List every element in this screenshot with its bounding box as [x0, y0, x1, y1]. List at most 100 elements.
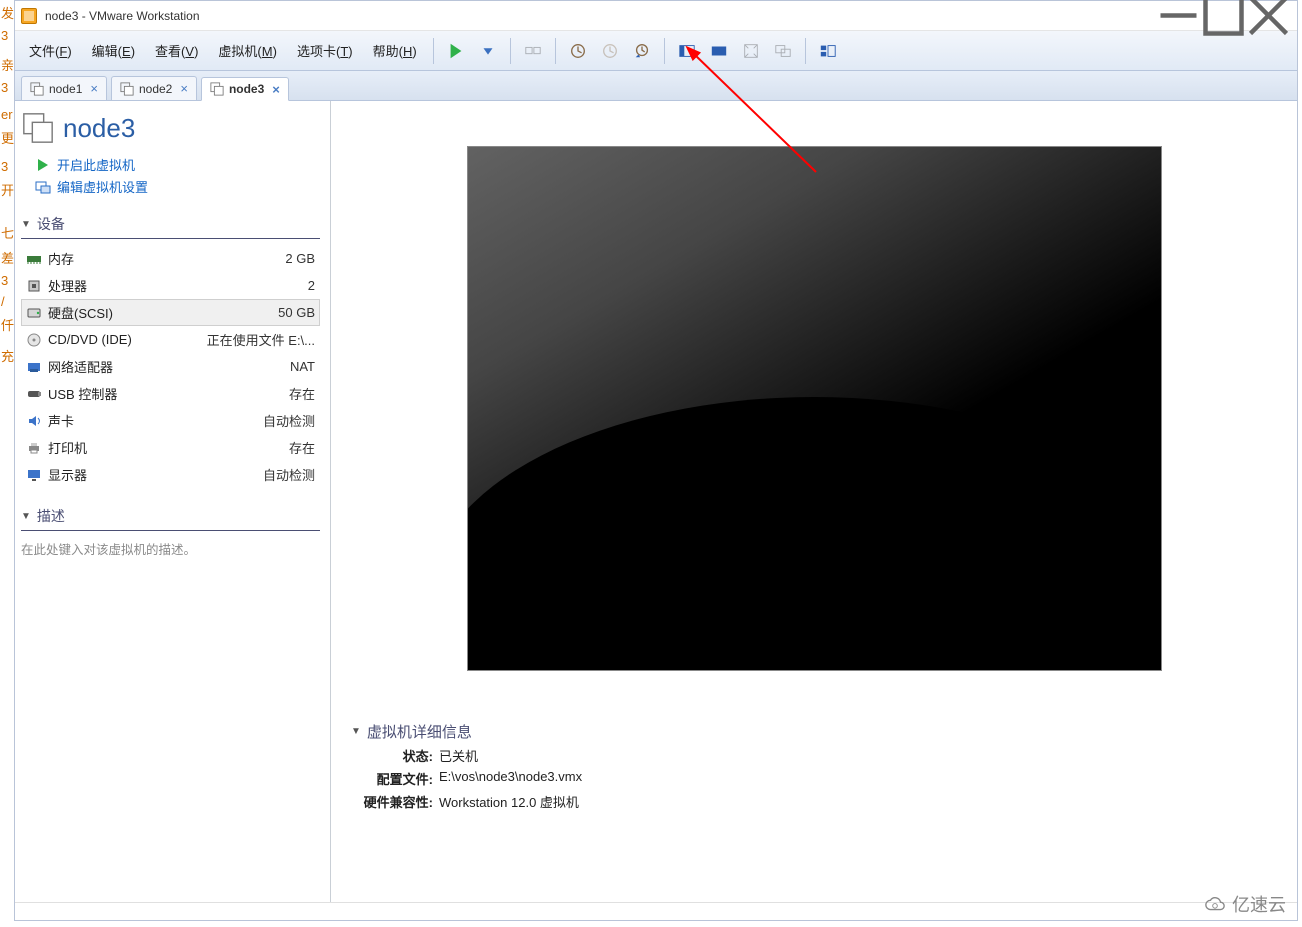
- device-name: 处理器: [48, 276, 87, 295]
- device-name: 硬盘(SCSI): [48, 303, 113, 322]
- details-heading[interactable]: ▼虚拟机详细信息: [351, 721, 1289, 742]
- show-console-button[interactable]: [671, 37, 703, 65]
- snapshot-take-button[interactable]: [562, 37, 594, 65]
- snapshot-revert-button[interactable]: [594, 37, 626, 65]
- printer-icon: [26, 440, 42, 456]
- maximize-button[interactable]: [1201, 2, 1246, 30]
- hw-label: 硬件兼容性:: [351, 792, 433, 811]
- clipped-page-glyphs: 发3亲3er更3开七差3/仟充: [0, 0, 14, 927]
- device-row-打印机[interactable]: 打印机 存在: [21, 434, 320, 461]
- device-name: 显示器: [48, 465, 87, 484]
- vm-tab-icon: [210, 82, 224, 96]
- tab-close-icon[interactable]: ×: [272, 82, 280, 97]
- tab-close-icon[interactable]: ×: [90, 81, 98, 96]
- sound-icon: [26, 413, 42, 429]
- vm-screen-preview[interactable]: [467, 146, 1162, 671]
- device-value: 自动检测: [255, 465, 315, 484]
- display-icon: [26, 467, 42, 483]
- status-bar: [15, 902, 1297, 920]
- vm-details-section: ▼虚拟机详细信息 状态:已关机 配置文件:E:\vos\node3\node3.…: [339, 721, 1289, 811]
- tab-label: node3: [229, 82, 264, 96]
- power-on-link[interactable]: 开启此虚拟机: [35, 155, 320, 174]
- device-row-内存[interactable]: 内存 2 GB: [21, 245, 320, 272]
- tab-strip: node1×node2×node3×: [15, 71, 1297, 101]
- description-placeholder[interactable]: 在此处键入对该虚拟机的描述。: [21, 539, 320, 558]
- menu-edit[interactable]: 编辑(E): [82, 37, 145, 64]
- vm-name: node3: [63, 113, 135, 144]
- device-name: 内存: [48, 249, 74, 268]
- vm-tab-icon: [30, 82, 44, 96]
- device-value: 存在: [281, 438, 315, 457]
- device-value: 2: [300, 278, 315, 293]
- menu-vm[interactable]: 虚拟机(M): [208, 37, 287, 64]
- device-name: CD/DVD (IDE): [48, 332, 132, 347]
- titlebar: node3 - VMware Workstation: [15, 1, 1297, 31]
- app-window: node3 - VMware Workstation 文件(F) 编辑(E) 查…: [14, 0, 1298, 921]
- device-value: NAT: [282, 359, 315, 374]
- thumbnail-bar-button[interactable]: [812, 37, 844, 65]
- hw-value: Workstation 12.0 虚拟机: [439, 792, 579, 811]
- tab-node3[interactable]: node3 ×: [201, 77, 289, 101]
- device-row-硬盘(SCSI)[interactable]: 硬盘(SCSI) 50 GB: [21, 299, 320, 326]
- vm-main-panel: ▼虚拟机详细信息 状态:已关机 配置文件:E:\vos\node3\node3.…: [331, 101, 1297, 902]
- devices-heading[interactable]: ▼设备: [21, 214, 320, 239]
- vm-summary-panel: node3 开启此虚拟机 编辑虚拟机设置 ▼设备 内存 2 GB 处理器 2 硬盘(SC…: [15, 101, 331, 902]
- tab-node2[interactable]: node2×: [111, 76, 197, 100]
- state-label: 状态:: [351, 746, 433, 765]
- fullscreen-button[interactable]: [735, 37, 767, 65]
- watermark: 亿速云: [1204, 891, 1286, 917]
- menubar: 文件(F) 编辑(E) 查看(V) 虚拟机(M) 选项卡(T) 帮助(H): [15, 31, 1297, 71]
- vmware-icon: [21, 8, 37, 24]
- menu-help[interactable]: 帮助(H): [363, 37, 427, 64]
- device-value: 50 GB: [270, 305, 315, 320]
- devices-section: ▼设备 内存 2 GB 处理器 2 硬盘(SCSI) 50 GB CD/DVD (IDE) 正…: [21, 214, 320, 488]
- tab-node1[interactable]: node1 ×: [21, 76, 107, 100]
- device-name: 网络适配器: [48, 357, 113, 376]
- separator: [805, 38, 806, 64]
- play-icon: [35, 157, 51, 173]
- state-value: 已关机: [439, 746, 478, 765]
- edit-settings-link[interactable]: 编辑虚拟机设置: [35, 177, 320, 196]
- separator: [664, 38, 665, 64]
- cpu-icon: [26, 278, 42, 294]
- device-name: USB 控制器: [48, 384, 117, 403]
- description-section: ▼描述 在此处键入对该虚拟机的描述。: [21, 506, 320, 558]
- device-name: 打印机: [48, 438, 87, 457]
- menu-view[interactable]: 查看(V): [145, 37, 208, 64]
- separator: [510, 38, 511, 64]
- close-button[interactable]: [1246, 2, 1291, 30]
- nic-icon: [26, 359, 42, 375]
- cfg-value: E:\vos\node3\node3.vmx: [439, 769, 582, 788]
- device-value: 正在使用文件 E:\...: [199, 330, 315, 349]
- stretch-button[interactable]: [703, 37, 735, 65]
- device-row-网络适配器[interactable]: 网络适配器 NAT: [21, 353, 320, 380]
- device-value: 2 GB: [277, 251, 315, 266]
- disc-icon: [26, 332, 42, 348]
- power-menu-button[interactable]: [472, 37, 504, 65]
- device-name: 声卡: [48, 411, 74, 430]
- description-heading[interactable]: ▼描述: [21, 506, 320, 531]
- power-on-button[interactable]: [440, 37, 472, 65]
- tab-close-icon[interactable]: ×: [180, 81, 188, 96]
- settings-icon: [35, 179, 51, 195]
- memory-icon: [26, 251, 42, 267]
- minimize-button[interactable]: [1156, 2, 1201, 30]
- device-row-处理器[interactable]: 处理器 2: [21, 272, 320, 299]
- usb-icon: [26, 386, 42, 402]
- device-value: 存在: [281, 384, 315, 403]
- send-ctrlaltdel-button[interactable]: [517, 37, 549, 65]
- tab-label: node1: [49, 82, 82, 96]
- device-value: 自动检测: [255, 411, 315, 430]
- snapshot-manager-button[interactable]: [626, 37, 658, 65]
- vm-tab-icon: [120, 82, 134, 96]
- separator: [433, 38, 434, 64]
- device-row-USB 控制器[interactable]: USB 控制器 存在: [21, 380, 320, 407]
- vm-icon: [21, 111, 55, 145]
- menu-tabs[interactable]: 选项卡(T): [287, 37, 363, 64]
- device-row-显示器[interactable]: 显示器 自动检测: [21, 461, 320, 488]
- unity-button[interactable]: [767, 37, 799, 65]
- separator: [555, 38, 556, 64]
- menu-file[interactable]: 文件(F): [19, 37, 82, 64]
- device-row-CD/DVD (IDE)[interactable]: CD/DVD (IDE) 正在使用文件 E:\...: [21, 326, 320, 353]
- device-row-声卡[interactable]: 声卡 自动检测: [21, 407, 320, 434]
